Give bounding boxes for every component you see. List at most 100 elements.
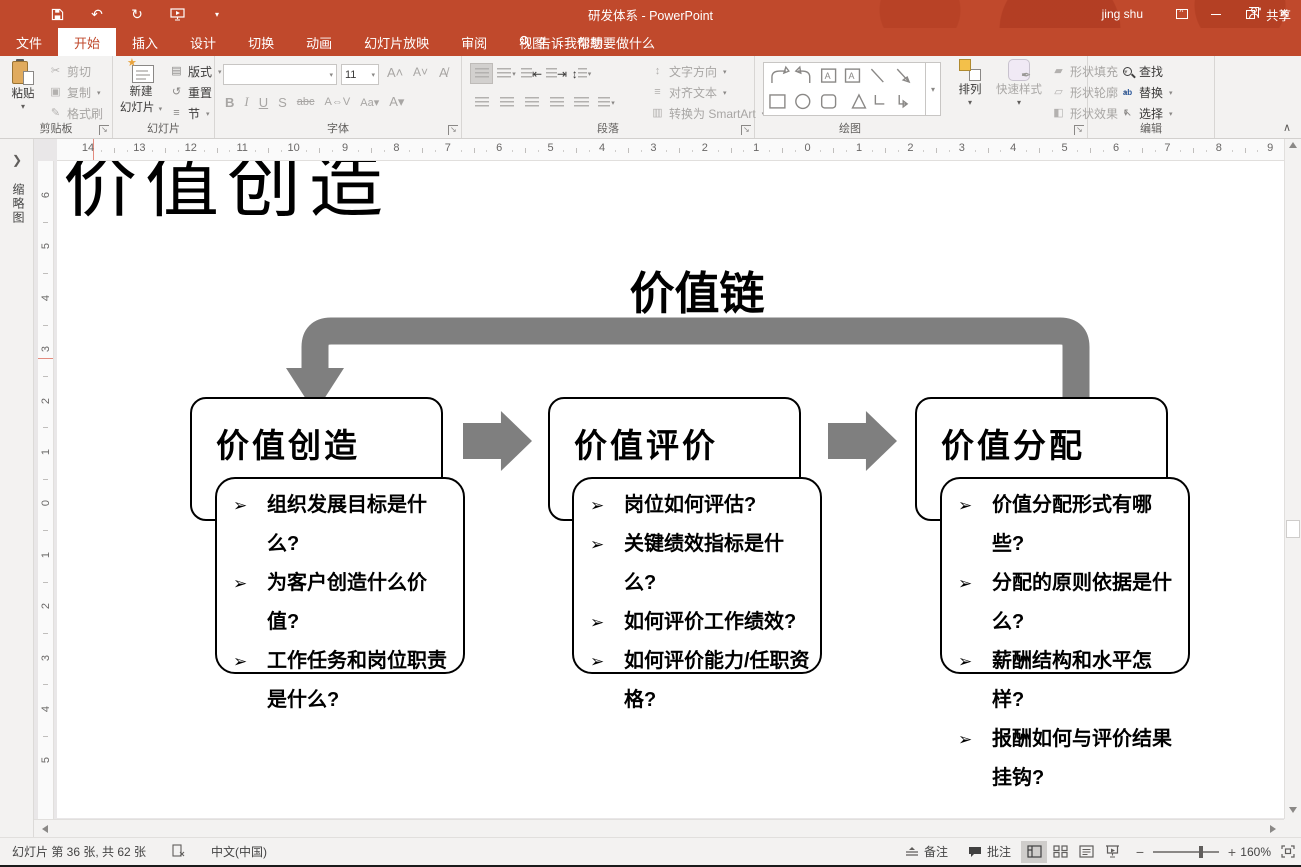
strikethrough-button[interactable]: abc: [297, 96, 315, 108]
text-direction-button[interactable]: ↕文字方向▾: [648, 61, 754, 82]
tell-me-search[interactable]: 告诉我你想要做什么: [505, 28, 669, 56]
change-case-button[interactable]: Aa▾: [360, 96, 379, 109]
normal-view-button[interactable]: [1021, 841, 1047, 863]
font-dialog-launcher-icon[interactable]: [448, 125, 458, 135]
slideshow-view-button[interactable]: [1099, 841, 1125, 863]
shrink-font-icon[interactable]: A˅: [413, 65, 428, 79]
copy-button[interactable]: ▣复制▾: [46, 82, 110, 103]
shape-gallery-more-icon[interactable]: ▾: [925, 63, 940, 115]
font-name-combo[interactable]: ▾: [223, 64, 337, 85]
language-indicator[interactable]: 中文(中国): [211, 843, 267, 860]
layout-button[interactable]: ▤版式▾: [167, 61, 213, 82]
vertical-scrollbar[interactable]: [1284, 139, 1301, 819]
question-box-1[interactable]: ➢组织发展目标是什么?➢为客户创造什么价值?➢工作任务和岗位职责是什么?: [215, 477, 465, 674]
line-spacing-icon[interactable]: ↕▾: [570, 63, 593, 84]
columns-icon[interactable]: ▾: [595, 92, 618, 113]
v-ruler-tick: [43, 582, 48, 583]
arrange-button[interactable]: 排列▾: [951, 59, 989, 107]
zoom-level[interactable]: 160%: [1237, 845, 1271, 859]
h-ruler-tick: [384, 150, 385, 152]
drawing-dialog-launcher-icon[interactable]: [1074, 125, 1084, 135]
paste-button[interactable]: 粘贴▾: [4, 59, 42, 111]
ribbon-display-options-icon[interactable]: [1165, 0, 1199, 28]
decrease-indent-icon[interactable]: ⇤: [520, 63, 543, 84]
quick-styles-button[interactable]: 快速样式▾: [993, 59, 1045, 107]
share-button[interactable]: 共享: [1248, 0, 1291, 28]
slide-sorter-view-button[interactable]: [1047, 841, 1073, 863]
new-slide-icon: ★: [128, 59, 154, 83]
numbering-icon[interactable]: ▾: [495, 63, 518, 84]
ribbon-tab-0[interactable]: 文件: [0, 28, 58, 56]
zoom-in-icon[interactable]: +: [1227, 844, 1237, 860]
bold-button[interactable]: B: [225, 95, 234, 110]
scroll-right-icon[interactable]: [1270, 825, 1276, 833]
reset-button[interactable]: ↺重置: [167, 82, 213, 103]
bullets-icon[interactable]: [470, 63, 493, 84]
ribbon-tab-2[interactable]: 插入: [116, 28, 174, 56]
shape-gallery[interactable]: A A ▾: [763, 62, 941, 116]
font-size-combo[interactable]: 11▾: [341, 64, 379, 85]
text-shadow-button[interactable]: S: [278, 95, 287, 110]
find-button[interactable]: 查找: [1118, 61, 1208, 82]
scroll-down-icon[interactable]: [1289, 807, 1297, 813]
redo-icon[interactable]: ↻: [128, 5, 146, 23]
ribbon-tab-3[interactable]: 设计: [174, 28, 232, 56]
scissors-button[interactable]: ✂剪切: [46, 61, 110, 82]
increase-indent-icon[interactable]: ⇥: [545, 63, 568, 84]
scroll-up-icon[interactable]: [1289, 142, 1297, 148]
h-ruler-tick: [1077, 150, 1078, 152]
h-ruler-tick: [885, 148, 886, 153]
v-ruler-tick: [43, 530, 48, 531]
paragraph-dialog-launcher-icon[interactable]: [741, 125, 751, 135]
vertical-scrollbar-thumb[interactable]: [1286, 520, 1300, 538]
italic-button[interactable]: I: [244, 94, 248, 110]
comments-button[interactable]: 批注: [958, 843, 1021, 860]
ribbon-tab-6[interactable]: 幻灯片放映: [348, 28, 445, 56]
character-spacing-button[interactable]: A⇔V: [325, 96, 351, 108]
justify-icon[interactable]: [545, 92, 568, 113]
horizontal-scrollbar[interactable]: [34, 819, 1284, 837]
v-ruler-tick: [43, 427, 48, 428]
ribbon-tab-4[interactable]: 切换: [232, 28, 290, 56]
zoom-slider[interactable]: [1153, 851, 1219, 853]
distribute-rows-icon[interactable]: [570, 92, 593, 113]
question-box-3[interactable]: ➢价值分配形式有哪些?➢分配的原则依据是什么?➢薪酬结构和水平怎样?➢报酬如何与…: [940, 477, 1190, 674]
reading-view-button[interactable]: [1073, 841, 1099, 863]
scroll-left-icon[interactable]: [42, 825, 48, 833]
clear-formatting-icon[interactable]: A̸: [439, 65, 448, 80]
expand-thumbnails-icon[interactable]: ❯: [12, 153, 22, 167]
fit-slide-to-window-icon[interactable]: [1281, 845, 1295, 858]
new-slide-button[interactable]: ★ 新建 幻灯片 ▾: [119, 59, 163, 115]
h-ruler-number: 6: [1108, 142, 1124, 154]
h-ruler-tick: [281, 150, 282, 152]
clipboard-dialog-launcher-icon[interactable]: [99, 125, 109, 135]
replace-button[interactable]: ab替换▾: [1118, 82, 1208, 103]
customize-qat-caret-icon[interactable]: ▾: [208, 5, 226, 23]
slide-canvas[interactable]: 价值创造 价值链 价值创造➢组织发展目标是什么?➢为客户创造什么价值?➢工作任务…: [57, 161, 1284, 818]
ribbon-tab-1[interactable]: 开始: [58, 28, 116, 56]
ribbon-tab-5[interactable]: 动画: [290, 28, 348, 56]
notes-button[interactable]: 备注: [895, 843, 958, 860]
thumbnail-panel-collapsed[interactable]: ❯ 缩略图: [0, 139, 34, 837]
paste-clipboard-icon: [12, 59, 34, 85]
align-text-button[interactable]: ≡对齐文本▾: [648, 82, 754, 103]
align-left-icon[interactable]: [470, 92, 493, 113]
start-slideshow-icon[interactable]: [168, 5, 186, 23]
zoom-slider-thumb[interactable]: [1199, 846, 1203, 858]
collapse-ribbon-icon[interactable]: ∧: [1283, 121, 1291, 134]
minimize-icon[interactable]: [1199, 0, 1233, 28]
align-center-icon[interactable]: [495, 92, 518, 113]
zoom-out-icon[interactable]: −: [1135, 844, 1145, 860]
grow-font-icon[interactable]: A˄: [387, 65, 403, 80]
h-ruler-tick: [743, 150, 744, 152]
question-box-2[interactable]: ➢岗位如何评估?➢关键绩效指标是什么?➢如何评价工作绩效?➢如何评价能力/任职资…: [572, 477, 822, 674]
question-text: 组织发展目标是什么?: [267, 494, 427, 555]
underline-button[interactable]: U: [259, 95, 268, 110]
h-ruler-tick: [731, 148, 732, 153]
spell-check-icon[interactable]: [172, 844, 185, 860]
align-right-icon[interactable]: [520, 92, 543, 113]
save-icon[interactable]: [48, 5, 66, 23]
ribbon-tab-7[interactable]: 审阅: [445, 28, 503, 56]
undo-icon[interactable]: ↶: [88, 5, 106, 23]
font-color-button[interactable]: A▾: [389, 94, 404, 110]
